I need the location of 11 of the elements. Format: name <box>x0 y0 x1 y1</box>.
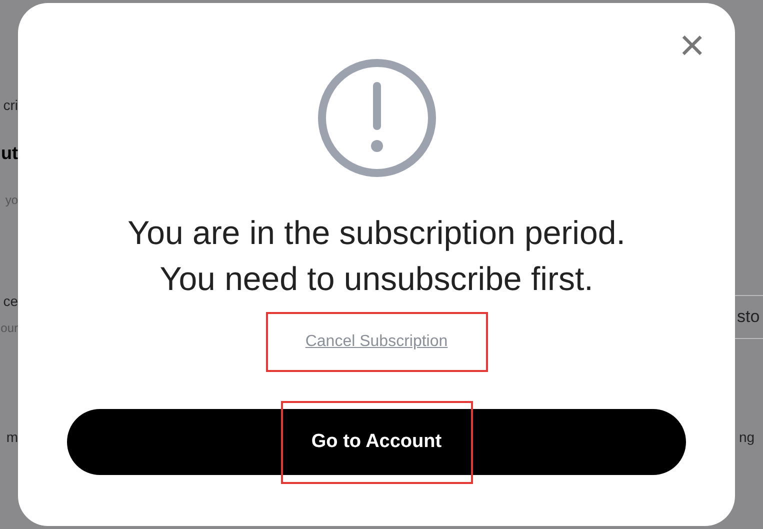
message-text: You are in the subscription period. <box>128 213 626 253</box>
background-text: ce <box>3 294 18 308</box>
exclamation-icon <box>316 58 436 178</box>
background-text: m <box>6 430 18 444</box>
background-text: ng <box>739 430 756 444</box>
message-text: You need to unsubscribe first. <box>160 259 594 299</box>
close-button[interactable]: × <box>679 31 705 61</box>
cancel-subscription-link[interactable]: Cancel Subscription <box>305 330 448 354</box>
go-to-account-button[interactable]: Go to Account <box>67 409 686 475</box>
background-text: ut <box>1 144 18 162</box>
background-text: cri <box>3 98 18 112</box>
